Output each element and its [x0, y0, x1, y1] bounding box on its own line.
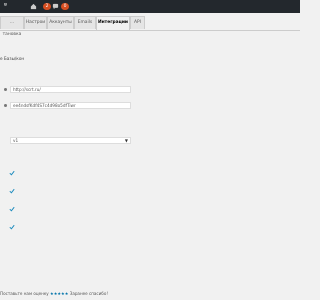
section-title: e Базы/кон [0, 56, 25, 61]
settings-tabs: …тановка Настрои Аккаунты Emails Интегра… [0, 16, 300, 37]
url-field[interactable]: http://scrt.ru/ [10, 86, 131, 93]
footer-rating: Поставьте нам оценку ★★★★★ Заранее спаси… [0, 291, 108, 296]
home-icon[interactable] [30, 3, 37, 10]
chevron-down-icon: ▼ [124, 138, 128, 143]
tab-accounts[interactable]: Аккаунты [47, 16, 74, 29]
api-key-field[interactable]: ee4ndsfKdf4S7c4d98o5dfTiwr [10, 102, 131, 109]
rating-stars-link[interactable]: ★★★★★ [50, 291, 68, 296]
site-name[interactable]: ɐ [4, 2, 7, 8]
admin-bar: ɐ 2 0 [0, 0, 300, 13]
tab-integrations[interactable]: Интеграции [96, 16, 130, 30]
updates-badge[interactable]: 2 [43, 3, 51, 10]
version-select[interactable]: v1 ▼ [10, 137, 131, 144]
tab-installation[interactable]: …тановка [0, 16, 24, 37]
checkbox-2[interactable] [9, 188, 15, 194]
comments-badge[interactable]: 0 [61, 3, 69, 10]
checkbox-3[interactable] [9, 206, 15, 212]
tab-settings[interactable]: Настрои [24, 16, 47, 29]
version-select-value: v1 [13, 138, 19, 143]
footer-prefix: Поставьте нам оценку [0, 291, 49, 296]
footer-suffix: Заранее спасибо! [69, 291, 108, 296]
tab-emails[interactable]: Emails [74, 16, 96, 29]
url-field-bullet [4, 88, 7, 91]
checkbox-4[interactable] [9, 224, 15, 230]
tab-api[interactable]: API [130, 16, 145, 29]
comment-icon[interactable] [52, 3, 59, 10]
key-field-bullet [4, 104, 7, 107]
checkbox-1[interactable] [9, 170, 15, 176]
